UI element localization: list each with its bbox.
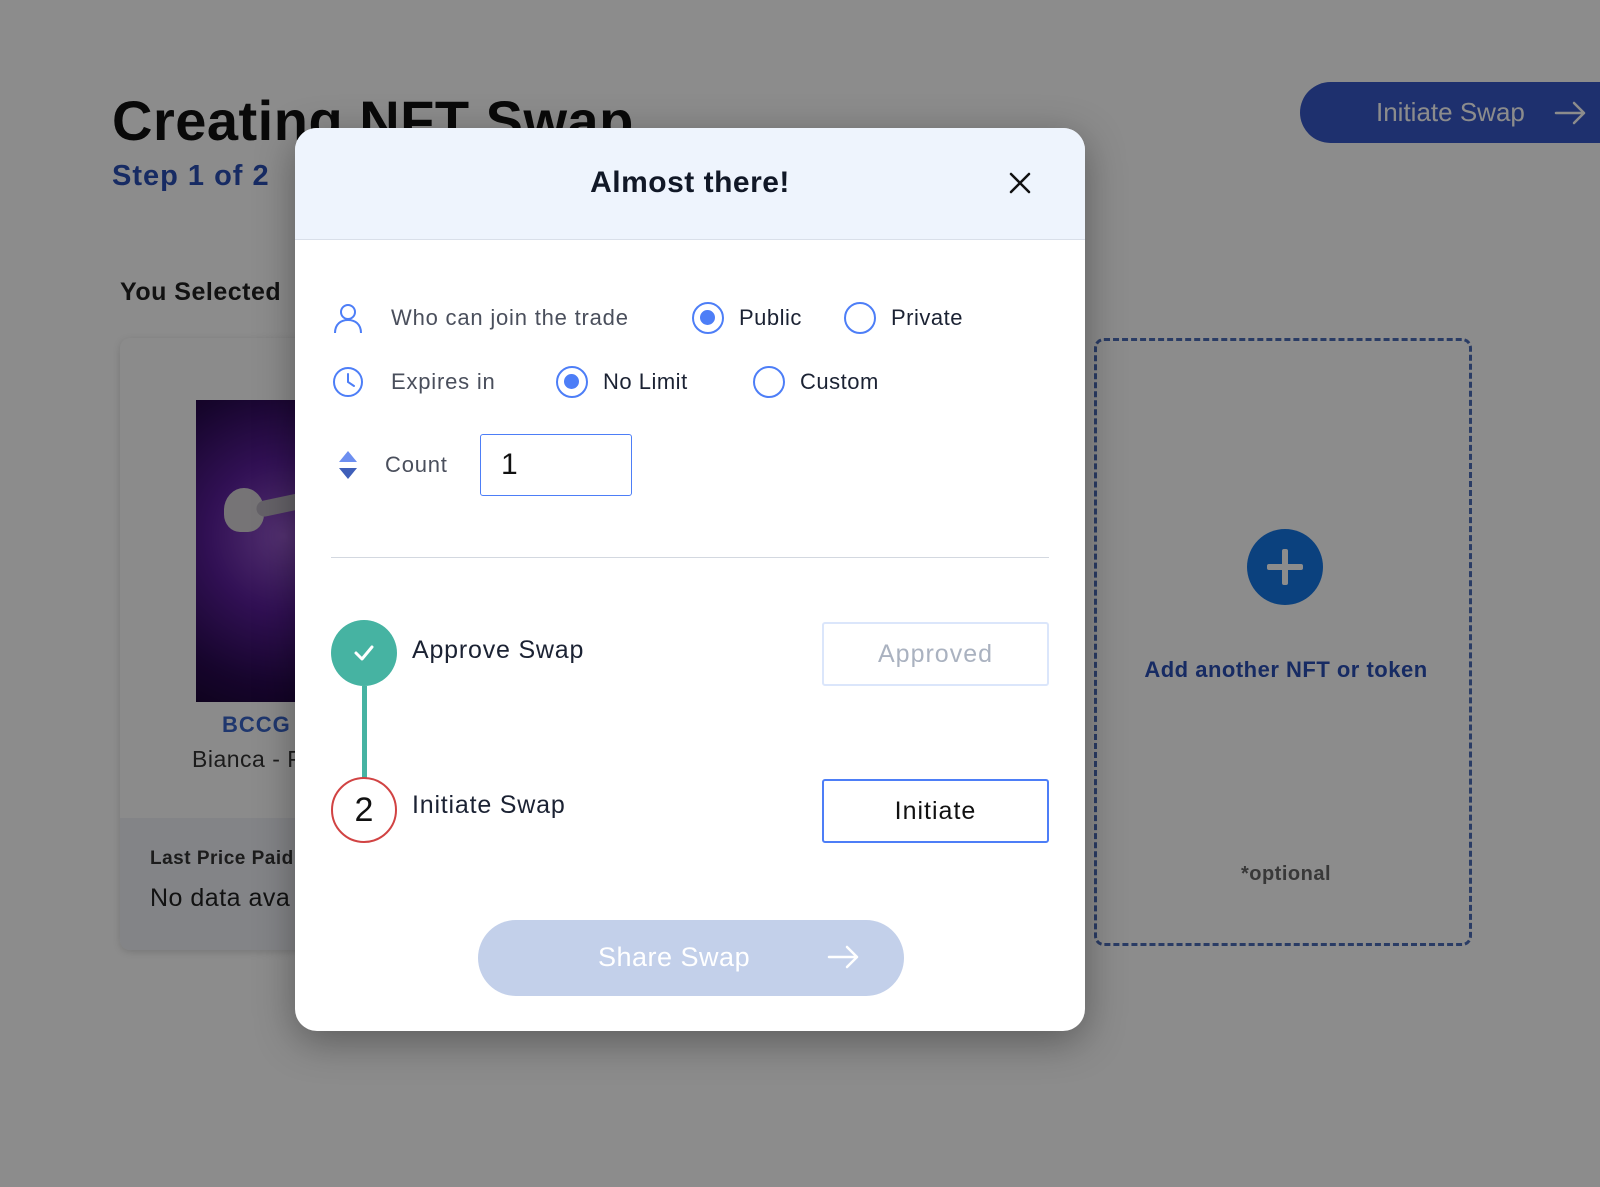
radio-public[interactable]: Public [692, 302, 802, 334]
modal-title: Almost there! [590, 166, 790, 199]
expires-in-row: Expires in [331, 365, 496, 399]
share-swap-button[interactable]: Share Swap [478, 920, 904, 996]
stepper-icon [331, 448, 365, 482]
arrow-right-icon [827, 945, 859, 969]
radio-no-limit[interactable]: No Limit [556, 366, 688, 398]
radio-public-label: Public [739, 305, 802, 330]
radio-no-limit-label: No Limit [603, 369, 688, 394]
who-can-join-row: Who can join the trade [331, 301, 629, 335]
swap-settings-modal: Almost there! Who can join the trade Pub… [295, 128, 1085, 1031]
expires-in-label: Expires in [391, 369, 496, 394]
step-1-done-indicator [331, 620, 397, 686]
section-divider [331, 557, 1049, 558]
share-swap-label: Share Swap [598, 942, 751, 972]
radio-private[interactable]: Private [844, 302, 963, 334]
initiate-button[interactable]: Initiate [822, 779, 1049, 843]
clock-icon [331, 365, 365, 399]
radio-private-label: Private [891, 305, 963, 330]
approved-button: Approved [822, 622, 1049, 686]
who-can-join-label: Who can join the trade [391, 305, 629, 330]
step-2-number: 2 [331, 777, 397, 843]
count-label: Count [385, 452, 448, 477]
modal-header: Almost there! [295, 128, 1085, 240]
approve-swap-label: Approve Swap [412, 636, 585, 664]
radio-custom-indicator[interactable] [753, 366, 785, 398]
count-row: Count [331, 448, 448, 482]
radio-custom[interactable]: Custom [753, 366, 879, 398]
radio-private-indicator[interactable] [844, 302, 876, 334]
radio-custom-label: Custom [800, 369, 879, 394]
user-icon [331, 301, 365, 335]
check-icon [354, 645, 374, 661]
close-icon[interactable] [1007, 170, 1033, 196]
initiate-swap-label: Initiate Swap [412, 791, 566, 819]
step-connector-line [362, 686, 367, 778]
radio-no-limit-indicator[interactable] [556, 366, 588, 398]
radio-public-indicator[interactable] [692, 302, 724, 334]
count-input[interactable] [480, 434, 632, 496]
